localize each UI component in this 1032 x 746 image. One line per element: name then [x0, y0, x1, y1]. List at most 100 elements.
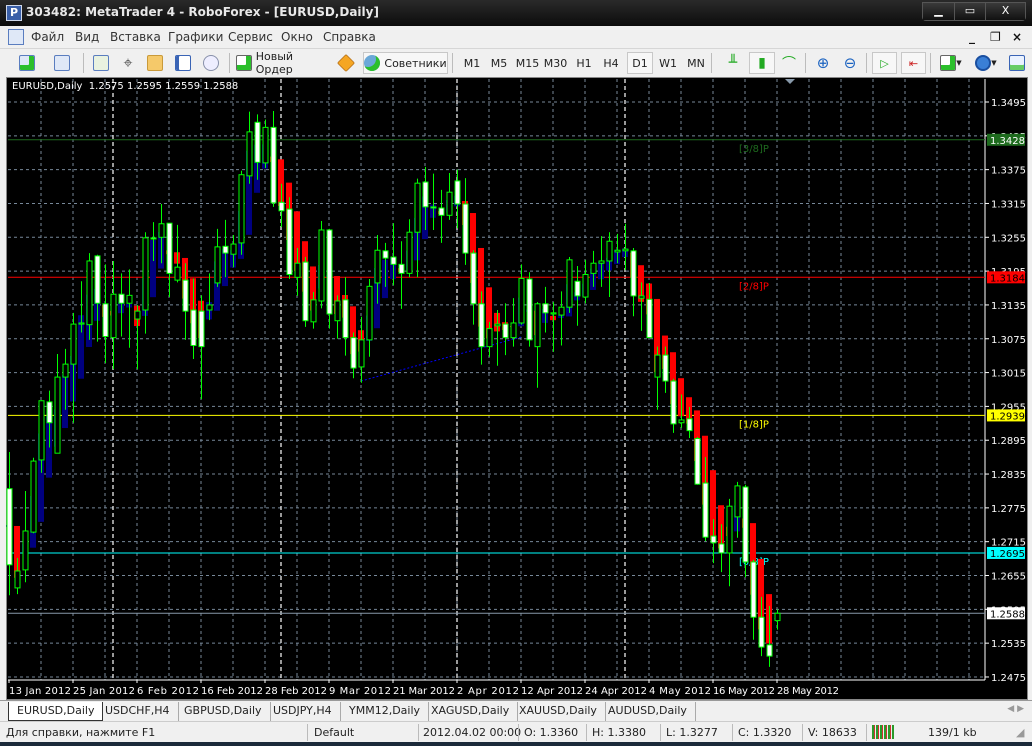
bear-candle	[686, 418, 693, 432]
time-tick-label: 28 Feb 2012	[265, 686, 327, 697]
bear-candle	[462, 203, 469, 254]
bull-candle	[726, 505, 733, 554]
status-divider	[866, 724, 867, 741]
bull-candle	[62, 363, 69, 378]
bear-candle	[718, 543, 725, 554]
bear-candle	[702, 482, 709, 538]
time-tick-label: 24 Apr 2012	[585, 686, 647, 697]
bull-candle	[86, 260, 93, 326]
tab-xauusd-daily[interactable]: XAUUSD,Daily	[511, 702, 606, 721]
bull-candle	[246, 131, 253, 177]
status-divider	[660, 724, 661, 741]
bear-candle	[46, 401, 53, 424]
bull-candle	[406, 231, 413, 274]
status-datetime: 2012.04.02 00:00	[423, 726, 522, 739]
price-tick-label: 1.2835	[991, 470, 1026, 481]
time-tick-label: 28 May 2012	[777, 686, 839, 697]
status-divider	[418, 724, 419, 741]
tab-usdjpy-h4[interactable]: USDJPY,H4	[265, 702, 341, 721]
tab-xagusd-daily[interactable]: XAGUSD,Daily	[423, 702, 519, 721]
price-tick-label: 1.3135	[991, 301, 1026, 312]
bull-candle	[358, 339, 365, 368]
bear-candle	[102, 303, 109, 337]
tab-scroll-arrows[interactable]: ◀ ▶	[1007, 704, 1024, 714]
bear-candle	[454, 180, 461, 205]
bear-candle	[438, 207, 445, 216]
price-tick-label: 1.3255	[991, 233, 1026, 244]
bear-candle	[182, 279, 189, 312]
current-price-tag-text: 1.2588	[990, 609, 1025, 620]
bull-candle	[510, 322, 517, 339]
tab-audusd-daily[interactable]: AUDUSD,Daily	[600, 702, 696, 721]
time-tick-label: 6 Feb 2012	[137, 686, 199, 697]
price-chart[interactable]: 1.34951.34351.33751.33151.32551.31951.31…	[0, 0, 1032, 700]
bear-candle	[742, 486, 749, 563]
bull-candle	[550, 312, 557, 315]
bull-candle	[606, 240, 613, 262]
bull-candle	[142, 237, 149, 311]
bear-candle	[382, 250, 389, 259]
price-tick-label: 1.3015	[991, 369, 1026, 380]
status-bar: Для справки, нажмите F1 Default 2012.04.…	[0, 721, 1032, 742]
bear-candle	[542, 303, 549, 314]
bull-candle	[614, 249, 621, 253]
bear-candle	[750, 561, 757, 618]
bear-candle	[326, 229, 333, 315]
bear-candle	[278, 201, 285, 212]
bear-candle	[710, 535, 717, 544]
bear-candle	[398, 263, 405, 274]
price-tick-label: 1.2775	[991, 504, 1026, 515]
tab-usdchf-h4[interactable]: USDCHF,H4	[97, 702, 179, 721]
price-tick-label: 1.2475	[991, 673, 1026, 684]
price-tick-label: 1.3375	[991, 166, 1026, 177]
time-tick-label: 4 May 2012	[649, 686, 711, 697]
status-help: Для справки, нажмите F1	[6, 726, 156, 739]
bull-candle	[446, 191, 453, 216]
connection-status-icon	[872, 725, 894, 739]
bull-candle	[374, 249, 381, 284]
bear-candle	[94, 255, 101, 304]
bull-candle	[158, 223, 165, 238]
status-volume: V: 18633	[808, 726, 857, 739]
price-tick-label: 1.3315	[991, 199, 1026, 210]
bull-candle	[318, 229, 325, 302]
bear-candle	[646, 298, 653, 339]
bear-candle	[430, 206, 437, 209]
resize-grip-icon: ◢	[1016, 726, 1025, 739]
taskbar	[0, 742, 1032, 746]
chart-shift-marker-icon	[785, 79, 795, 84]
bear-candle	[470, 252, 477, 305]
bull-candle	[590, 262, 597, 274]
bear-candle	[526, 278, 533, 341]
price-level-tag-text: 1.2695	[990, 549, 1025, 560]
bear-candle	[766, 644, 773, 657]
bear-candle	[502, 323, 509, 339]
bull-candle	[494, 323, 501, 327]
bear-candle	[478, 303, 485, 348]
chart-tabs: EURUSD,Daily USDCHF,H4 GBPUSD,Daily USDJ…	[0, 700, 1032, 721]
bear-candle	[254, 121, 261, 163]
bull-candle	[230, 243, 237, 255]
status-high: H: 1.3380	[592, 726, 646, 739]
status-close: C: 1.3320	[738, 726, 792, 739]
bull-candle	[110, 293, 117, 339]
tab-eurusd-daily[interactable]: EURUSD,Daily	[8, 702, 104, 721]
tab-ymm12-daily[interactable]: YMM12,Daily	[341, 702, 430, 721]
time-tick-label: 25 Jan 2012	[73, 686, 135, 697]
bull-candle	[638, 295, 645, 299]
bear-candle	[166, 222, 173, 274]
bull-candle	[414, 182, 421, 233]
bear-candle	[422, 181, 429, 208]
bull-candle	[566, 259, 573, 308]
bull-candle	[310, 299, 317, 323]
murrey-level-label: [1/8]P	[739, 419, 769, 430]
status-divider	[732, 724, 733, 741]
bear-candle	[118, 293, 125, 304]
bull-candle	[238, 174, 245, 244]
bull-candle	[214, 246, 221, 284]
status-low: L: 1.3277	[666, 726, 718, 739]
bull-candle	[262, 126, 269, 164]
tab-gbpusd-daily[interactable]: GBPUSD,Daily	[176, 702, 271, 721]
bull-candle	[486, 328, 493, 348]
status-divider	[518, 724, 519, 741]
